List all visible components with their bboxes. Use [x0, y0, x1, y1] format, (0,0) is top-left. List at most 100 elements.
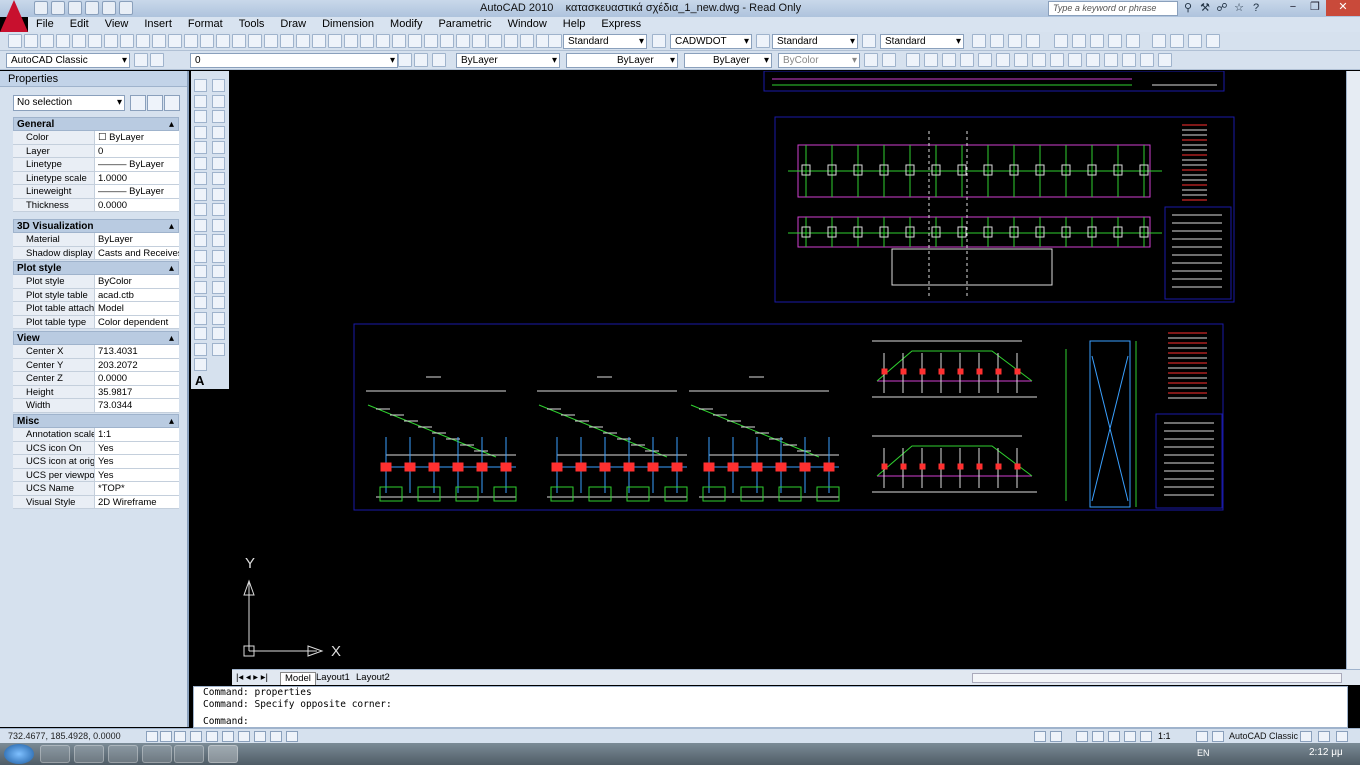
status-toggle-icon[interactable] — [1034, 731, 1046, 742]
lineweight-select[interactable]: ByLayer — [684, 53, 772, 68]
status-toggle-icon[interactable] — [1336, 731, 1348, 742]
tab-layout1[interactable]: Layout1 — [312, 672, 354, 684]
toolbar-button-icon[interactable] — [134, 53, 148, 67]
menu-view[interactable]: View — [97, 17, 137, 32]
toolbar-button-icon[interactable] — [1188, 34, 1202, 48]
menu-help[interactable]: Help — [555, 17, 594, 32]
property-row[interactable]: Plot table attach... Model — [13, 302, 179, 316]
toolbar-button-icon[interactable] — [1086, 53, 1100, 67]
plot-icon[interactable] — [119, 1, 133, 15]
communication-icon[interactable]: ☍ — [1216, 2, 1228, 14]
toolbar-button-icon[interactable] — [520, 34, 534, 48]
toolbar-button-icon[interactable] — [972, 34, 986, 48]
menu-file[interactable]: File — [28, 17, 62, 32]
save-icon[interactable] — [68, 1, 82, 15]
draw-tool-icon[interactable] — [194, 311, 207, 325]
dim-style-select[interactable]: CADWDOT — [670, 34, 752, 49]
toolbar-button-icon[interactable] — [906, 53, 920, 67]
toolbar-button-icon[interactable] — [1140, 53, 1154, 67]
modify-tool-icon[interactable] — [212, 265, 225, 278]
toolbar-button-icon[interactable] — [200, 34, 214, 48]
minimize-button[interactable]: − — [1282, 0, 1304, 16]
section-header[interactable]: General — [13, 117, 179, 132]
property-value[interactable]: 0.0000 — [95, 372, 179, 385]
toolbar-button-icon[interactable] — [72, 34, 86, 48]
property-value[interactable]: ByColor — [95, 275, 179, 288]
menu-parametric[interactable]: Parametric — [430, 17, 499, 32]
toolbar-button-icon[interactable] — [440, 34, 454, 48]
modify-tool-icon[interactable] — [212, 234, 225, 247]
toolbar-button-icon[interactable] — [1104, 53, 1118, 67]
toolbar-button-icon[interactable] — [862, 34, 876, 48]
modify-tool-icon[interactable] — [212, 203, 225, 216]
workspace-switch[interactable]: AutoCAD Classic — [1229, 731, 1298, 741]
property-row[interactable]: UCS icon On Yes — [13, 441, 179, 455]
close-button[interactable]: ✕ — [1326, 0, 1360, 16]
property-value[interactable]: ☐ ByLayer — [95, 131, 179, 144]
toolbar-button-icon[interactable] — [488, 34, 502, 48]
draw-tool-icon[interactable] — [194, 203, 207, 216]
linetype-select[interactable]: ByLayer — [566, 53, 678, 68]
property-value[interactable]: acad.ctb — [95, 289, 179, 302]
open-icon[interactable] — [51, 1, 65, 15]
menu-format[interactable]: Format — [180, 17, 231, 32]
toolbar-button-icon[interactable] — [414, 53, 428, 67]
draw-tool-icon[interactable] — [194, 280, 207, 294]
toolbar-button-icon[interactable] — [232, 34, 246, 48]
draw-tool-icon[interactable] — [194, 156, 207, 170]
toolbar-button-icon[interactable] — [408, 34, 422, 48]
toolbar-button-icon[interactable] — [1068, 53, 1082, 67]
undo-icon[interactable] — [85, 1, 99, 15]
property-row[interactable]: Plot table type Color dependent — [13, 315, 179, 329]
property-row[interactable]: Height 35.9817 — [13, 385, 179, 399]
clock[interactable]: 2:12 μμ — [1309, 747, 1343, 758]
property-row[interactable]: UCS per viewport Yes — [13, 468, 179, 482]
toolbar-button-icon[interactable] — [88, 34, 102, 48]
toolbar-button-icon[interactable] — [1032, 53, 1046, 67]
quick-select-icon[interactable] — [164, 95, 180, 111]
status-toggle-icon[interactable] — [286, 731, 298, 742]
layer-select[interactable]: 0 — [190, 53, 398, 68]
toolbar-button-icon[interactable] — [1014, 53, 1028, 67]
drawing-area[interactable]: Y X — [232, 71, 1346, 669]
draw-tool-icon[interactable] — [194, 141, 207, 154]
folder-taskbar-icon[interactable] — [142, 745, 172, 763]
property-row[interactable]: Annotation scale 1:1 — [13, 428, 179, 442]
media-taskbar-icon[interactable] — [74, 745, 104, 763]
draw-tool-icon[interactable] — [194, 342, 207, 356]
modify-tool-icon[interactable] — [212, 125, 225, 139]
toolbar-button-icon[interactable] — [328, 34, 342, 48]
property-value[interactable]: 713.4031 — [95, 345, 179, 358]
status-toggle-icon[interactable] — [1300, 731, 1312, 742]
table-style-select[interactable]: Standard — [772, 34, 858, 49]
menu-tools[interactable]: Tools — [231, 17, 273, 32]
property-value[interactable]: Yes — [95, 455, 179, 468]
menu-dimension[interactable]: Dimension — [314, 17, 382, 32]
draw-tool-icon[interactable] — [194, 249, 207, 263]
draw-tool-icon[interactable] — [194, 218, 207, 232]
modify-tool-icon[interactable] — [212, 94, 225, 108]
toolbar-button-icon[interactable] — [168, 34, 182, 48]
toolbar-button-icon[interactable] — [960, 53, 974, 67]
section-header[interactable]: Misc — [13, 414, 179, 429]
tab-layout2[interactable]: Layout2 — [352, 672, 394, 684]
property-value[interactable]: 0 — [95, 145, 179, 158]
toolbar-button-icon[interactable] — [392, 34, 406, 48]
modify-tool-icon[interactable] — [212, 342, 225, 356]
property-row[interactable]: Layer 0 — [13, 144, 179, 158]
toolbar-button-icon[interactable] — [40, 34, 54, 48]
tab-nav-arrows[interactable]: |◂ ◂ ▸ ▸| — [232, 672, 272, 684]
property-row[interactable]: Shadow displayCasts and Receives ... — [13, 246, 179, 260]
status-toggle-icon[interactable] — [160, 731, 172, 742]
toolbar-button-icon[interactable] — [360, 34, 374, 48]
property-value[interactable]: Yes — [95, 469, 179, 482]
word-taskbar-icon[interactable] — [174, 745, 204, 763]
property-value[interactable]: ByLayer — [95, 233, 179, 246]
property-value[interactable]: Yes — [95, 442, 179, 455]
toolbar-button-icon[interactable] — [1206, 34, 1220, 48]
modify-tool-icon[interactable] — [212, 110, 225, 123]
draw-tool-icon[interactable] — [194, 358, 207, 371]
toolbar-button-icon[interactable] — [864, 53, 878, 67]
horizontal-scrollbar[interactable] — [972, 673, 1342, 683]
property-row[interactable]: Center Y 203.2072 — [13, 358, 179, 372]
